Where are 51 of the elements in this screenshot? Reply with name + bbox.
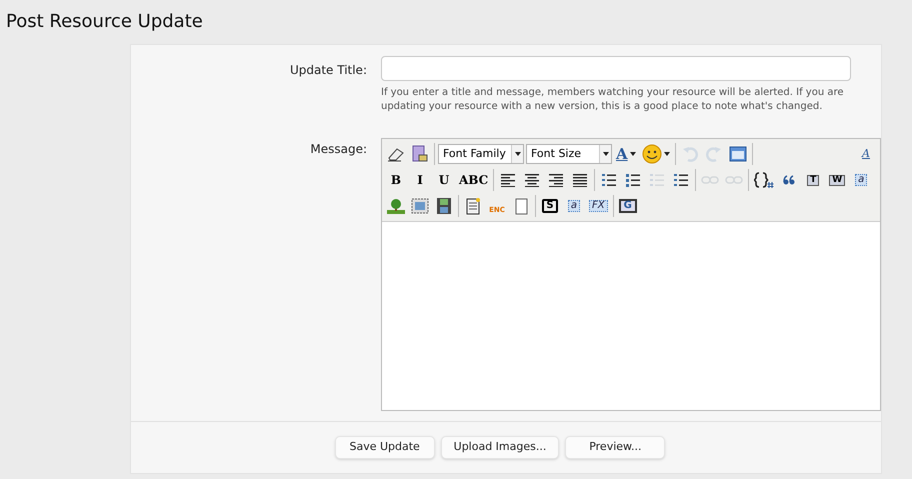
text-color-button[interactable]: A <box>614 143 638 165</box>
code-button[interactable] <box>752 169 776 191</box>
braces-icon <box>754 172 774 188</box>
caret-icon <box>599 145 611 163</box>
tree-image-icon <box>387 198 405 214</box>
lines-icon <box>524 173 540 187</box>
list-icon <box>649 173 666 187</box>
title-label: Update Title: <box>288 62 367 79</box>
caret-icon <box>511 145 523 163</box>
message-label: Message: <box>309 141 367 158</box>
eraser-icon <box>387 146 405 162</box>
tile-button[interactable]: FX <box>587 195 610 217</box>
list-icon <box>673 173 690 187</box>
form-button[interactable]: Preview... <box>565 436 666 459</box>
chain-icon <box>725 174 744 186</box>
tile-button[interactable]: a <box>563 195 585 217</box>
format-button[interactable]: B <box>385 169 407 191</box>
quote-icon <box>782 175 796 185</box>
form-button[interactable]: Save Update <box>334 436 435 459</box>
paste-button[interactable]: T <box>802 169 824 191</box>
format-button[interactable]: ABC <box>457 169 490 191</box>
caret-icon <box>664 152 670 156</box>
page-title: Post Resource Update <box>6 10 203 34</box>
blank-page-icon <box>514 198 528 214</box>
lines-icon <box>500 173 516 187</box>
chain-icon <box>701 174 720 186</box>
caret-icon <box>630 152 636 156</box>
list-icon <box>625 173 642 187</box>
font-dropdown[interactable]: Font Size <box>526 144 612 164</box>
page-icon <box>466 198 480 214</box>
format-button[interactable]: I <box>409 169 431 191</box>
title-hint: If you enter a title and message, members watching your resource will be alerted. If you are updating your resource with a new version, this is a good place to note what's changed. <box>381 86 845 114</box>
window-icon <box>728 146 747 162</box>
undo-icon <box>682 146 698 162</box>
format-button[interactable]: U <box>433 169 455 191</box>
tile-button[interactable]: a <box>850 169 872 191</box>
font-size-button[interactable]: A <box>855 143 877 165</box>
title-field[interactable] <box>381 56 851 81</box>
document-link-icon <box>412 145 428 163</box>
paste-button[interactable]: W <box>826 169 848 191</box>
lines-icon <box>572 173 588 187</box>
form-button[interactable]: Upload Images... <box>440 436 560 459</box>
font-dropdown[interactable]: Font Family <box>438 144 524 164</box>
speech-bubble-button[interactable]: S <box>539 195 561 217</box>
film-icon <box>437 198 451 214</box>
redo-icon <box>706 146 722 162</box>
media-icon <box>411 198 429 214</box>
list-icon <box>601 173 618 187</box>
smiley-button[interactable] <box>640 143 672 165</box>
lines-icon <box>548 173 564 187</box>
smiley-icon <box>642 144 662 164</box>
